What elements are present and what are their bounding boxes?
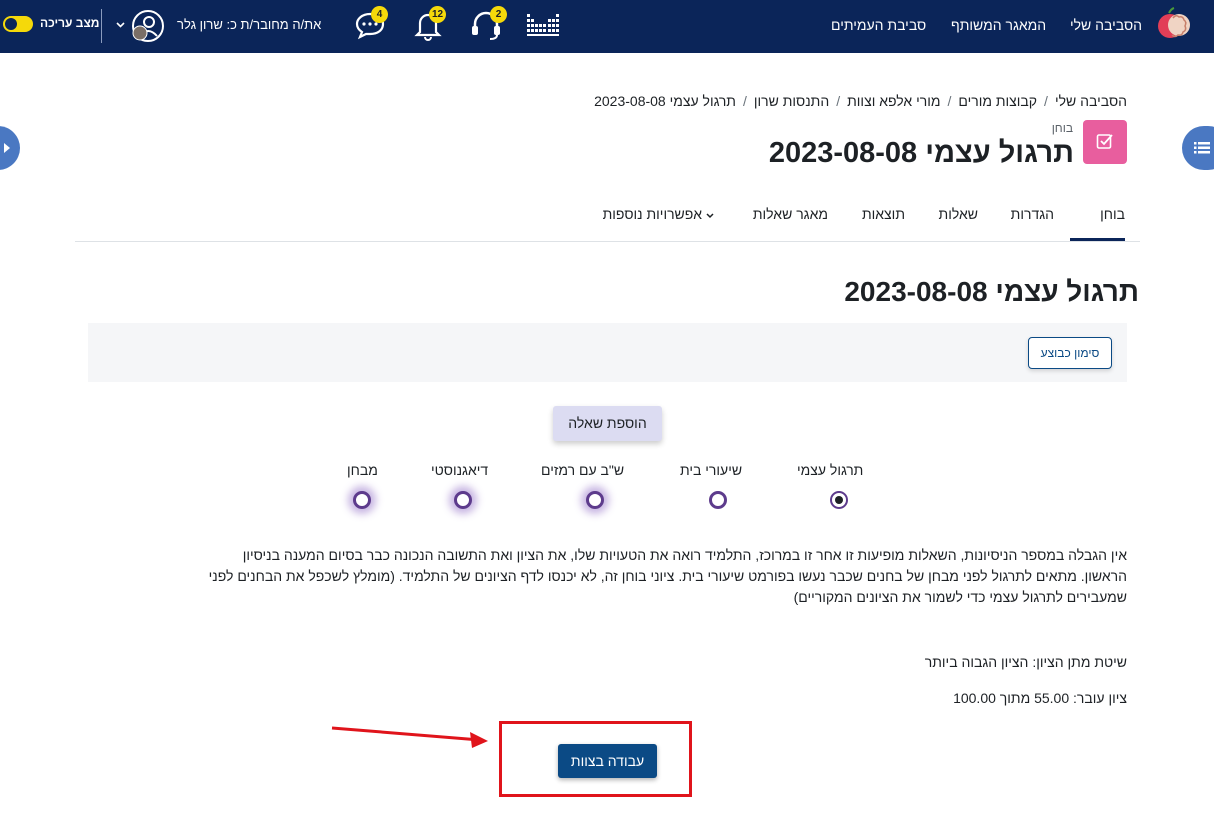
breadcrumb-item[interactable]: מורי אלפא וצוות xyxy=(847,93,940,109)
red-arrow-annotation xyxy=(331,726,488,748)
tab-results[interactable]: תוצאות xyxy=(862,206,905,222)
nav-shared-repo-link[interactable]: המאגר המשותף xyxy=(951,17,1046,33)
navbar-divider xyxy=(101,9,102,43)
teamwork-button[interactable]: עבודה בצוות xyxy=(558,744,657,778)
periodic-table-icon[interactable] xyxy=(526,12,560,38)
activity-completion-bar xyxy=(88,323,1127,382)
page-title: תרגול עצמי 2023-08-08 xyxy=(768,137,1074,169)
breadcrumb-separator: / xyxy=(947,93,952,109)
checkbox-icon xyxy=(1096,134,1113,149)
block-drawer-button[interactable] xyxy=(1182,126,1214,170)
quiz-type-radio-homework-hints[interactable] xyxy=(586,491,604,509)
quiz-type-description: אין הגבלה במספר הניסיונות, השאלות מופיעו… xyxy=(208,547,1127,605)
secondary-navigation: בוחן הגדרות שאלות תוצאות מאגר שאלות אפשר… xyxy=(75,194,1140,242)
breadcrumb-item[interactable]: תרגול עצמי 2023-08-08 xyxy=(594,93,736,109)
nav-peer-env-link[interactable]: סביבת העמיתים xyxy=(831,17,926,33)
quiz-type-label-homework: שיעורי בית xyxy=(680,462,743,478)
messages-badge: 4 xyxy=(371,6,388,23)
brain-apple-logo-icon[interactable] xyxy=(1156,6,1192,42)
tab-more-options-label: אפשרויות נוספות xyxy=(602,206,703,222)
main-heading: תרגול עצמי 2023-08-08 xyxy=(844,276,1139,307)
notifications-badge: 12 xyxy=(429,6,447,23)
notifications-button[interactable]: 12 xyxy=(411,6,447,42)
chevron-down-icon[interactable] xyxy=(116,22,125,28)
support-headset-button[interactable]: 2 xyxy=(469,6,507,42)
nav-brand-link[interactable]: הסביבה שלי xyxy=(1070,17,1142,33)
breadcrumb-separator: / xyxy=(1044,93,1048,109)
add-question-button[interactable]: הוספת שאלה xyxy=(553,406,662,441)
quiz-type-radio-diagnostic[interactable] xyxy=(454,491,472,509)
quiz-type-label-homework-hints: ש"ב עם רמזים xyxy=(541,462,625,478)
breadcrumb: הסביבה שלי / קבוצות מורים / מורי אלפא וצוות /… xyxy=(594,93,1127,109)
breadcrumb-item[interactable]: הסביבה שלי xyxy=(1055,93,1127,109)
quiz-type-label-self-practice: תרגול עצמי xyxy=(797,462,864,478)
active-tab-indicator xyxy=(1070,238,1125,241)
edit-mode-label: מצב עריכה xyxy=(40,16,100,30)
edit-mode-toggle[interactable] xyxy=(3,16,33,32)
breadcrumb-item[interactable]: התנסות שרון xyxy=(754,93,829,109)
tab-question-bank[interactable]: מאגר שאלות xyxy=(753,206,828,222)
list-icon xyxy=(1194,142,1210,154)
tab-settings[interactable]: הגדרות xyxy=(1011,206,1054,222)
user-menu-button[interactable] xyxy=(131,9,165,43)
mark-as-done-button[interactable]: סימון כבוצע xyxy=(1028,337,1112,369)
tab-questions[interactable]: שאלות xyxy=(939,206,978,222)
arrow-right-icon xyxy=(4,143,10,153)
quiz-type-radio-exam[interactable] xyxy=(353,491,371,509)
quiz-type-radio-homework[interactable] xyxy=(709,491,727,509)
quiz-type-radio-self-practice[interactable] xyxy=(830,491,848,509)
breadcrumb-separator: / xyxy=(742,93,747,109)
quiz-activity-icon xyxy=(1083,120,1127,164)
tab-more-options[interactable]: אפשרויות נוספות xyxy=(603,206,717,222)
breadcrumb-item[interactable]: קבוצות מורים xyxy=(958,93,1037,109)
avatar xyxy=(132,10,164,42)
course-index-drawer-button[interactable] xyxy=(0,126,20,170)
top-navbar: הסביבה שלי המאגר המשותף סביבת העמיתים 2 … xyxy=(0,0,1214,53)
breadcrumb-separator: / xyxy=(836,93,841,109)
quiz-type-label-diagnostic: דיאגנוסטי xyxy=(431,462,489,478)
module-type-label: בוחן xyxy=(1051,121,1073,135)
tab-quiz[interactable]: בוחן xyxy=(1100,206,1125,222)
chevron-down-icon xyxy=(706,213,714,219)
pass-grade-text: ציון עובר: 55.00 מתוך 100.00 xyxy=(953,690,1127,706)
logged-in-user-label: את/ה מחובר/ת כ: שרון גלר xyxy=(177,17,322,32)
support-badge: 2 xyxy=(490,6,507,23)
quiz-type-label-exam: מבחן xyxy=(347,462,378,478)
grading-method-text: שיטת מתן הציון: הציון הגבוה ביותר xyxy=(924,654,1127,670)
messages-button[interactable]: 4 xyxy=(353,6,388,42)
toggle-knob xyxy=(5,18,17,30)
